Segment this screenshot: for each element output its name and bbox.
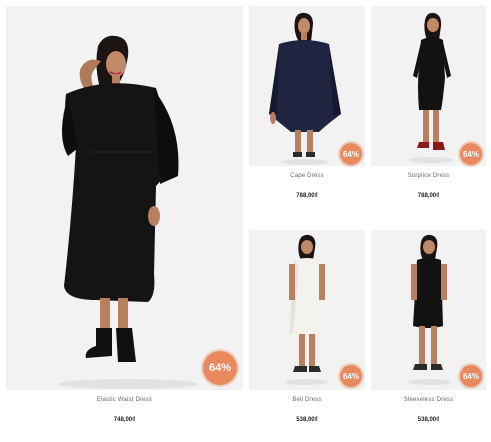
product-image[interactable]	[6, 6, 243, 390]
product-card-elastic-waist-dress[interactable]: 64% Elastic Waist Dress 748,00₫	[6, 6, 243, 436]
discount-badge: 64%	[460, 143, 482, 165]
discount-badge: 64%	[203, 351, 237, 385]
product-image[interactable]	[371, 6, 486, 166]
product-card-cape-dress[interactable]: 64% Cape Dress 788,00₫	[249, 6, 365, 206]
product-card-sleeveless-dress[interactable]: 64% Sleeveless Dress 538,00₫	[371, 230, 486, 430]
product-price: 788,00₫	[417, 193, 440, 199]
product-name[interactable]: Sleeveless Dress	[371, 397, 486, 403]
discount-badge: 64%	[340, 143, 362, 165]
product-price: 538,00₫	[296, 417, 318, 423]
product-price: 748,00₫	[113, 417, 136, 423]
product-name[interactable]: Surplice Dress	[371, 173, 486, 179]
product-name[interactable]: Cape Dress	[249, 173, 365, 179]
discount-badge: 64%	[340, 365, 362, 387]
product-name[interactable]: Elastic Waist Dress	[6, 397, 243, 403]
product-image[interactable]	[249, 6, 365, 166]
product-price: 538,00₫	[417, 417, 440, 423]
product-card-surplice-dress[interactable]: 64% Surplice Dress 788,00₫	[371, 6, 486, 206]
product-card-bell-dress[interactable]: 64% Bell Dress 538,00₫	[249, 230, 365, 430]
product-name[interactable]: Bell Dress	[249, 397, 365, 403]
product-price: 788,00₫	[296, 193, 318, 199]
discount-badge: 64%	[460, 365, 482, 387]
